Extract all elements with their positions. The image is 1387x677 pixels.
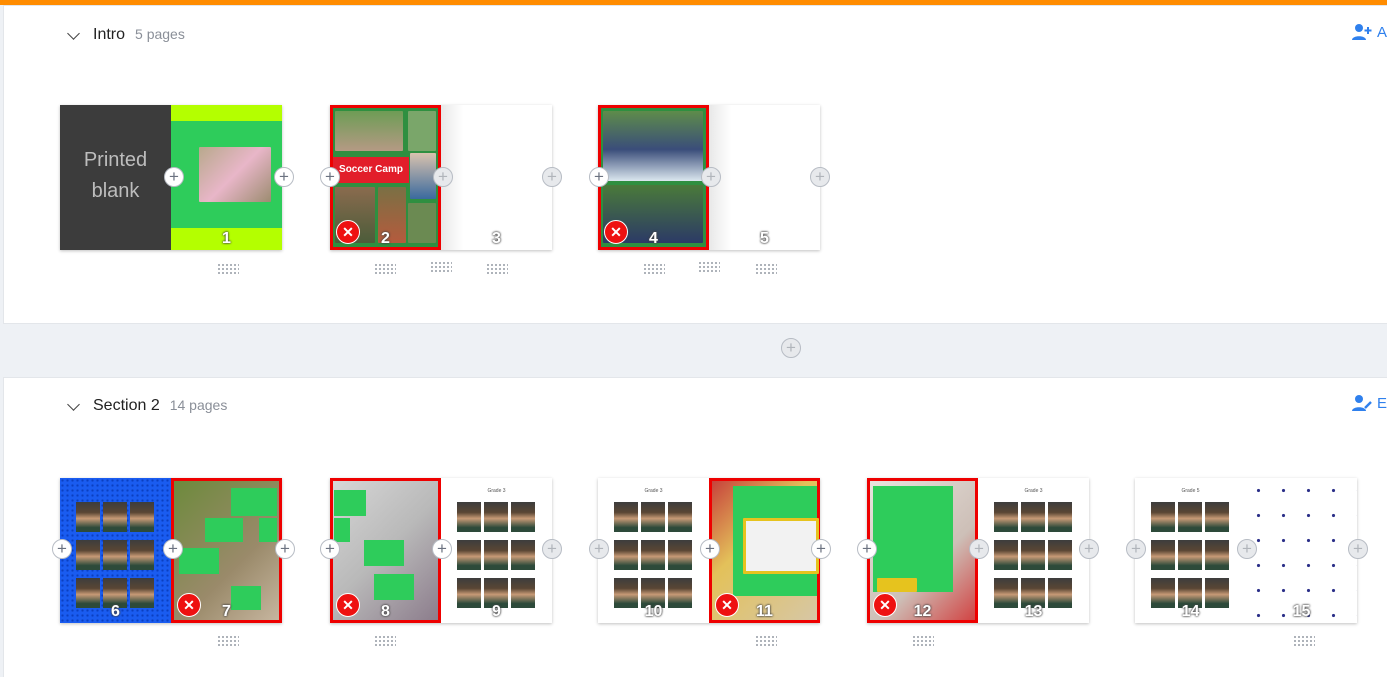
- section-title: Section 2: [93, 397, 160, 414]
- drag-handle-icon[interactable]: [430, 261, 452, 273]
- edit-assign-button[interactable]: E: [1351, 394, 1387, 412]
- page-thumbnail[interactable]: 3: [441, 105, 552, 250]
- drag-handle-icon[interactable]: [217, 635, 239, 647]
- user-add-icon: [1352, 24, 1372, 40]
- drag-handle-icon[interactable]: [755, 263, 777, 275]
- soccer-camp-banner: Soccer Camp: [333, 157, 409, 183]
- user-edit-icon: [1352, 395, 1372, 411]
- page-thumbnail[interactable]: Grade 5 14: [1135, 478, 1246, 623]
- assign-button[interactable]: A: [1351, 23, 1387, 41]
- page-number: 7: [222, 603, 231, 620]
- section-page-count: 14 pages: [169, 397, 228, 413]
- photo: [877, 578, 917, 592]
- add-page-button[interactable]: +: [857, 539, 877, 559]
- page-number: 5: [760, 230, 769, 247]
- assign-label: A: [1377, 23, 1387, 41]
- add-section-button[interactable]: +: [781, 338, 801, 358]
- page-number: 12: [913, 603, 932, 620]
- add-page-button[interactable]: +: [164, 167, 184, 187]
- chevron-down-icon[interactable]: [67, 27, 80, 40]
- page-thumbnail[interactable]: ✕ 11: [709, 478, 820, 623]
- add-page-button[interactable]: +: [969, 539, 989, 559]
- photo: [603, 111, 703, 181]
- page-thumbnail[interactable]: 5: [709, 105, 820, 250]
- page-number: 11: [756, 603, 773, 620]
- add-page-button[interactable]: +: [433, 167, 453, 187]
- add-page-button[interactable]: +: [811, 539, 831, 559]
- page-printed-blank[interactable]: Printed blank: [60, 105, 171, 250]
- page-thumbnail[interactable]: Grade 3 13: [978, 478, 1089, 623]
- add-page-button[interactable]: +: [1237, 539, 1257, 559]
- page-thumbnail[interactable]: 6: [60, 478, 171, 623]
- page-thumbnail[interactable]: 1: [171, 105, 282, 250]
- drag-handle-icon[interactable]: [217, 263, 239, 275]
- page-heading: Grade 3: [487, 488, 506, 494]
- add-page-button[interactable]: +: [589, 167, 609, 187]
- drag-handle-icon[interactable]: [912, 635, 934, 647]
- edit-label: E: [1377, 394, 1387, 412]
- add-page-button[interactable]: +: [701, 167, 721, 187]
- page-thumbnail[interactable]: ✕ 12: [867, 478, 978, 623]
- add-page-button[interactable]: +: [810, 167, 830, 187]
- page-heading: Grade 3: [1024, 488, 1043, 494]
- page-number: 10: [644, 603, 663, 620]
- drag-handle-icon[interactable]: [486, 263, 508, 275]
- chevron-down-icon[interactable]: [67, 398, 80, 411]
- printed-blank-label: Printed blank: [83, 149, 148, 202]
- section-intro: Intro 5 pages A Printed blank 1 + + Socc…: [3, 5, 1387, 324]
- add-page-button[interactable]: +: [542, 539, 562, 559]
- page-number: 9: [492, 603, 501, 620]
- add-page-button[interactable]: +: [52, 539, 72, 559]
- add-page-button[interactable]: +: [163, 539, 183, 559]
- add-page-button[interactable]: +: [320, 167, 340, 187]
- page-number: 13: [1024, 603, 1043, 620]
- page-number: 4: [649, 230, 658, 247]
- photo: [199, 147, 271, 202]
- page-thumbnail[interactable]: Grade 3 10: [598, 478, 709, 623]
- page-number: 14: [1181, 603, 1200, 620]
- drag-handle-icon[interactable]: [1293, 635, 1315, 647]
- add-page-button[interactable]: +: [432, 539, 452, 559]
- page-thumbnail[interactable]: 15: [1246, 478, 1357, 623]
- add-page-button[interactable]: +: [275, 539, 295, 559]
- page-thumbnail[interactable]: ✕ 7: [171, 478, 282, 623]
- page-number: 2: [381, 230, 390, 247]
- page-heading: Grade 5: [1181, 488, 1200, 494]
- add-page-button[interactable]: +: [700, 539, 720, 559]
- add-page-button[interactable]: +: [542, 167, 562, 187]
- section-title: Intro: [93, 26, 126, 43]
- page-heading: Grade 3: [644, 488, 663, 494]
- drag-handle-icon[interactable]: [643, 263, 665, 275]
- photo: [408, 111, 436, 151]
- page-number: 8: [381, 603, 390, 620]
- add-page-button[interactable]: +: [1079, 539, 1099, 559]
- add-page-button[interactable]: +: [320, 539, 340, 559]
- add-page-button[interactable]: +: [274, 167, 294, 187]
- drag-handle-icon[interactable]: [374, 635, 396, 647]
- page-number: 3: [492, 230, 501, 247]
- page-number: 6: [111, 603, 120, 620]
- page-thumbnail[interactable]: Soccer Camp ✕ 2: [330, 105, 441, 250]
- photo: [743, 518, 819, 574]
- drag-handle-icon[interactable]: [755, 635, 777, 647]
- page-thumbnail[interactable]: ✕ 8: [330, 478, 441, 623]
- drag-handle-icon[interactable]: [374, 263, 396, 275]
- page-thumbnail[interactable]: ✕ 4: [598, 105, 709, 250]
- add-page-button[interactable]: +: [1348, 539, 1368, 559]
- add-page-button[interactable]: +: [1126, 539, 1146, 559]
- page-number: 15: [1292, 603, 1311, 620]
- page-number: 1: [222, 230, 231, 247]
- drag-handle-icon[interactable]: [698, 261, 720, 273]
- section-page-count: 5 pages: [135, 26, 185, 42]
- page-thumbnail[interactable]: Grade 3 9: [441, 478, 552, 623]
- section-2: Section 2 14 pages E 6 ✕ 7 + + + ✕ 8 Gra…: [3, 377, 1387, 677]
- photo: [335, 111, 403, 151]
- add-page-button[interactable]: +: [589, 539, 609, 559]
